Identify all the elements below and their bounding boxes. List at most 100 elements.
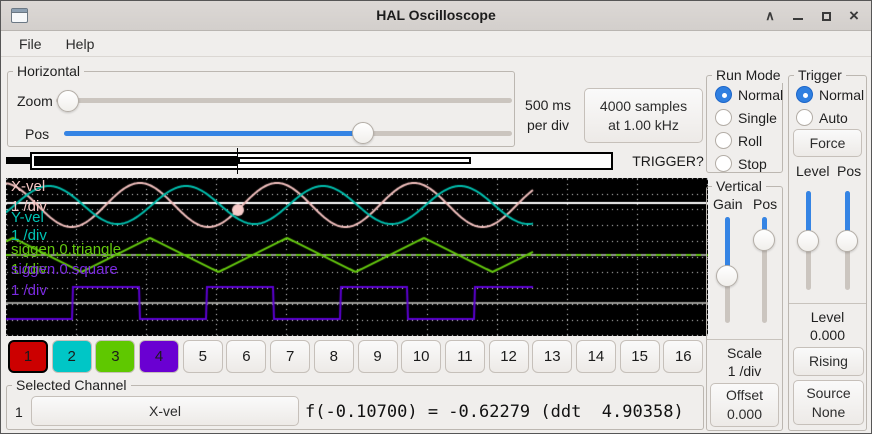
samples-button-line1: 4000 samples [600,97,687,116]
pos-slider-label: Pos [25,126,49,142]
offset-button[interactable]: Offset 0.000 [710,383,779,427]
vertical-pos-slider-handle[interactable] [753,229,775,251]
record-position-fill [34,156,238,166]
channel-button-16[interactable]: 16 [663,340,703,373]
offset-button-line1: Offset [726,386,763,405]
channel-button-7[interactable]: 7 [270,340,310,373]
menu-file[interactable]: File [15,34,46,54]
selected-channel-number: 1 [15,404,23,420]
trigger-group-label: Trigger [794,67,846,83]
radio-icon [715,155,732,172]
maximize-button[interactable] [817,7,835,25]
horizontal-group-label: Horizontal [13,63,84,79]
trigger-mode-auto[interactable]: Auto [796,109,864,126]
radio-label: Roll [738,133,762,149]
gain-slider-label: Gain [713,196,743,212]
sample-rate-line1: 500 ms [517,95,579,115]
channel-button-4[interactable]: 4 [139,340,179,373]
channel-button-11[interactable]: 11 [445,340,485,373]
channel-button-row: 12345678910111213141516 [8,340,708,373]
trigger-edge-button[interactable]: Rising [793,347,864,376]
radio-label: Auto [819,110,848,126]
pos-slider-fill [64,131,363,136]
radio-icon [715,86,732,103]
trigger-separator [789,303,866,304]
run-mode-roll[interactable]: Roll [715,132,783,149]
radio-icon [796,109,813,126]
channel-button-9[interactable]: 9 [358,340,398,373]
window-controls: ∧× [761,1,863,31]
channel-button-12[interactable]: 12 [489,340,529,373]
trigger-source-button[interactable]: Source None [793,380,864,425]
radio-label: Normal [738,87,783,103]
sample-rate-text: 500 ms per div [517,95,579,135]
run-mode-stop[interactable]: Stop [715,155,783,172]
channel-button-15[interactable]: 15 [620,340,660,373]
trigger-level-caption: Level [789,309,866,325]
trigger-mode-options: Normal Auto [796,86,864,126]
offset-button-line2: 0.000 [727,405,762,424]
record-position-stub [6,157,30,164]
channel-value-readout: f(-0.10700) = -0.62279 (ddt 4.90358) [305,402,684,422]
vertical-group-label: Vertical [712,178,766,194]
vertical-separator [707,339,782,340]
channel-button-2[interactable]: 2 [52,340,92,373]
channel-button-6[interactable]: 6 [226,340,266,373]
pos-slider-handle[interactable] [352,122,374,144]
trigger-mode-normal[interactable]: Normal [796,86,864,103]
shade-button[interactable]: ∧ [761,7,779,25]
menu-bar: File Help [1,32,871,57]
run-mode-options: Normal Single Roll Stop [715,86,783,172]
title-bar: HAL Oscilloscope ∧× [1,1,871,31]
radio-label: Normal [819,87,864,103]
gain-slider-handle[interactable] [716,265,738,287]
trigger-source-line2: None [812,403,845,422]
minimize-button[interactable] [789,7,807,25]
channel-button-8[interactable]: 8 [314,340,354,373]
channel-button-3[interactable]: 3 [95,340,135,373]
channel-button-14[interactable]: 14 [576,340,616,373]
window-title: HAL Oscilloscope [1,7,871,23]
selected-channel-group-label: Selected Channel [12,377,131,393]
run-mode-single[interactable]: Single [715,109,783,126]
scope-label-ch4-name: siggen.0.square [11,262,118,277]
zoom-slider-track[interactable] [56,98,512,103]
scope-label-ch3-name: siggen.0.triangle [11,242,121,257]
channel-name-button[interactable]: X-vel [31,396,299,426]
trigger-pos-slider-label: Pos [837,163,861,179]
run-mode-group-label: Run Mode [712,67,785,83]
force-trigger-button[interactable]: Force [793,129,862,157]
channel-button-5[interactable]: 5 [183,340,223,373]
sample-rate-line2: per div [517,115,579,135]
trigger-level-value: 0.000 [789,327,866,343]
zoom-slider-handle[interactable] [57,90,79,112]
close-button[interactable]: × [845,7,863,25]
menu-help[interactable]: Help [62,34,99,54]
scale-value: 1 /div [707,363,782,379]
radio-label: Stop [738,156,767,172]
vertical-pos-slider-label: Pos [753,196,777,212]
scope-label-ch1-name: X-vel [11,179,45,194]
trigger-position-line [237,148,238,174]
trigger-status-label: TRIGGER? [629,153,707,169]
record-captured-bar [238,157,471,164]
run-mode-normal[interactable]: Normal [715,86,783,103]
trigger-level-slider-label: Level [796,163,829,179]
trigger-source-line1: Source [806,384,850,403]
scope-label-ch2-name: Y-vel [11,210,44,225]
radio-icon [796,86,813,103]
channel-button-10[interactable]: 10 [401,340,441,373]
radio-label: Single [738,110,777,126]
radio-icon [715,132,732,149]
trigger-pos-slider-handle[interactable] [836,230,858,252]
app-window: HAL Oscilloscope ∧× FileHelp Horizontal … [0,0,872,434]
scope-label-ch4-scale: 1 /div [11,283,47,298]
zoom-slider-label: Zoom [17,93,53,109]
radio-icon [715,109,732,126]
channel-button-13[interactable]: 13 [532,340,572,373]
channel-button-1[interactable]: 1 [8,340,48,373]
scope-display[interactable]: X-vel1 /divY-vel1 /divsiggen.0.triangle1… [6,178,710,336]
trigger-level-slider-handle[interactable] [797,230,819,252]
samples-button[interactable]: 4000 samples at 1.00 kHz [584,88,703,143]
scale-caption: Scale [707,345,782,361]
